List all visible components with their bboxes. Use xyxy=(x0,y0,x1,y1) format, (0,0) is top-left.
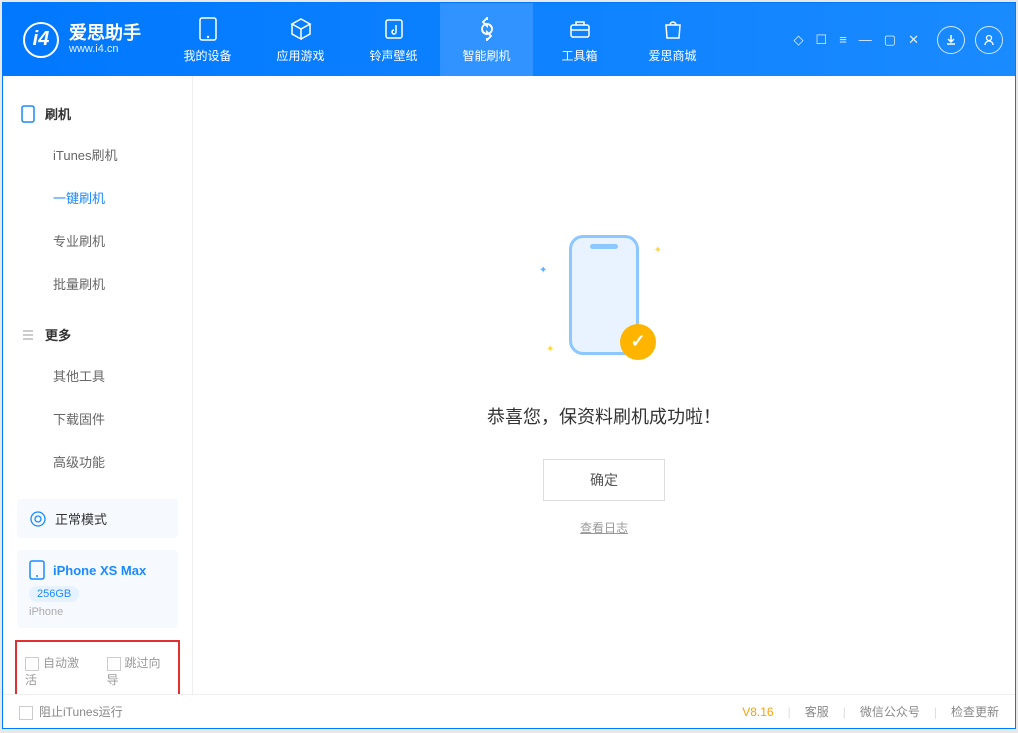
header: i4 爱思助手 www.i4.cn 我的设备 应用游戏 铃声壁纸 智能刷机 xyxy=(3,3,1015,76)
ok-button[interactable]: 确定 xyxy=(543,459,665,501)
app-title: 爱思助手 xyxy=(69,24,141,44)
status-bar: 阻止iTunes运行 V8.16 | 客服 | 微信公众号 | 检查更新 xyxy=(3,694,1015,728)
close-button[interactable]: ✕ xyxy=(908,32,919,48)
sidebar-group-more: 更多 xyxy=(3,315,192,354)
nav-label: 我的设备 xyxy=(183,47,231,64)
nav-my-device[interactable]: 我的设备 xyxy=(161,3,254,76)
nav-label: 铃声壁纸 xyxy=(369,47,417,64)
skip-guide-checkbox[interactable]: 跳过向导 xyxy=(107,654,171,688)
sidebar-group-flash: 刷机 xyxy=(3,94,192,133)
nav-ringtones[interactable]: 铃声壁纸 xyxy=(347,3,440,76)
sidebar-item-pro-flash[interactable]: 专业刷机 xyxy=(3,219,192,262)
body: 刷机 iTunes刷机 一键刷机 专业刷机 批量刷机 更多 其他工具 下载固件 … xyxy=(3,76,1015,694)
view-log-link[interactable]: 查看日志 xyxy=(580,519,628,536)
auto-activate-checkbox[interactable]: 自动激活 xyxy=(25,654,89,688)
phone-icon xyxy=(195,16,221,42)
support-link[interactable]: 客服 xyxy=(805,703,829,720)
refresh-icon xyxy=(474,16,500,42)
download-button[interactable] xyxy=(937,26,965,54)
options-row: 自动激活 跳过向导 xyxy=(15,640,180,694)
sparkle-icon: ✦ xyxy=(654,245,662,256)
app-logo: i4 爱思助手 www.i4.cn xyxy=(3,22,161,58)
success-message: 恭喜您，保资料刷机成功啦！ xyxy=(487,403,721,429)
nav-store[interactable]: 爱思商城 xyxy=(626,3,719,76)
device-mode-card[interactable]: 正常模式 xyxy=(17,499,178,538)
check-update-link[interactable]: 检查更新 xyxy=(951,703,999,720)
bag-icon xyxy=(660,16,686,42)
shirt-icon[interactable]: ◇ xyxy=(794,32,804,48)
checkmark-badge-icon: ✓ xyxy=(620,324,656,360)
header-right: ◇ ☐ ≡ — ▢ ✕ xyxy=(794,26,1015,54)
toolbox-icon xyxy=(567,16,593,42)
nav-label: 智能刷机 xyxy=(462,47,510,64)
menu-icon[interactable]: ≡ xyxy=(839,32,847,48)
success-illustration: ✦ ✦ ✦ ✓ xyxy=(534,235,674,375)
device-card[interactable]: iPhone XS Max 256GB iPhone xyxy=(17,550,178,628)
sidebar-item-download-firmware[interactable]: 下载固件 xyxy=(3,397,192,440)
sidebar-item-itunes-flash[interactable]: iTunes刷机 xyxy=(3,133,192,176)
app-url: www.i4.cn xyxy=(69,43,141,55)
device-type: iPhone xyxy=(29,606,166,618)
sidebar-item-batch-flash[interactable]: 批量刷机 xyxy=(3,262,192,305)
sidebar-item-advanced[interactable]: 高级功能 xyxy=(3,440,192,483)
music-icon xyxy=(381,16,407,42)
cube-icon xyxy=(288,16,314,42)
maximize-button[interactable]: ▢ xyxy=(884,32,896,48)
sparkle-icon: ✦ xyxy=(539,265,547,276)
list-icon xyxy=(21,328,35,342)
app-window: i4 爱思助手 www.i4.cn 我的设备 应用游戏 铃声壁纸 智能刷机 xyxy=(2,2,1016,729)
device-mode-label: 正常模式 xyxy=(55,509,107,528)
device-storage: 256GB xyxy=(29,586,79,602)
user-icon xyxy=(982,33,996,47)
version-label: V8.16 xyxy=(742,705,773,719)
user-button[interactable] xyxy=(975,26,1003,54)
sidebar-item-onekey-flash[interactable]: 一键刷机 xyxy=(3,176,192,219)
sidebar-group-label: 刷机 xyxy=(45,104,71,123)
refresh-circle-icon xyxy=(29,510,47,528)
nav-label: 应用游戏 xyxy=(276,47,324,64)
minimize-button[interactable]: — xyxy=(859,32,872,48)
lock-icon[interactable]: ☐ xyxy=(816,32,828,48)
device-name: iPhone XS Max xyxy=(53,563,146,578)
block-itunes-checkbox[interactable]: 阻止iTunes运行 xyxy=(19,703,123,720)
download-icon xyxy=(944,33,958,47)
sparkle-icon: ✦ xyxy=(546,344,554,355)
sidebar-item-other-tools[interactable]: 其他工具 xyxy=(3,354,192,397)
sidebar: 刷机 iTunes刷机 一键刷机 专业刷机 批量刷机 更多 其他工具 下载固件 … xyxy=(3,76,193,694)
logo-icon: i4 xyxy=(23,22,59,58)
device-icon xyxy=(29,560,45,580)
main-content: ✦ ✦ ✦ ✓ 恭喜您，保资料刷机成功啦！ 确定 查看日志 xyxy=(193,76,1015,694)
nav-toolbox[interactable]: 工具箱 xyxy=(533,3,626,76)
nav-label: 工具箱 xyxy=(561,47,597,64)
sidebar-group-label: 更多 xyxy=(45,325,71,344)
nav-label: 爱思商城 xyxy=(648,47,696,64)
nav-apps[interactable]: 应用游戏 xyxy=(254,3,347,76)
block-itunes-label: 阻止iTunes运行 xyxy=(39,705,123,719)
phone-outline-icon xyxy=(21,105,35,123)
top-nav: 我的设备 应用游戏 铃声壁纸 智能刷机 工具箱 爱思商城 xyxy=(161,3,719,76)
nav-flash[interactable]: 智能刷机 xyxy=(440,3,533,76)
wechat-link[interactable]: 微信公众号 xyxy=(860,703,920,720)
